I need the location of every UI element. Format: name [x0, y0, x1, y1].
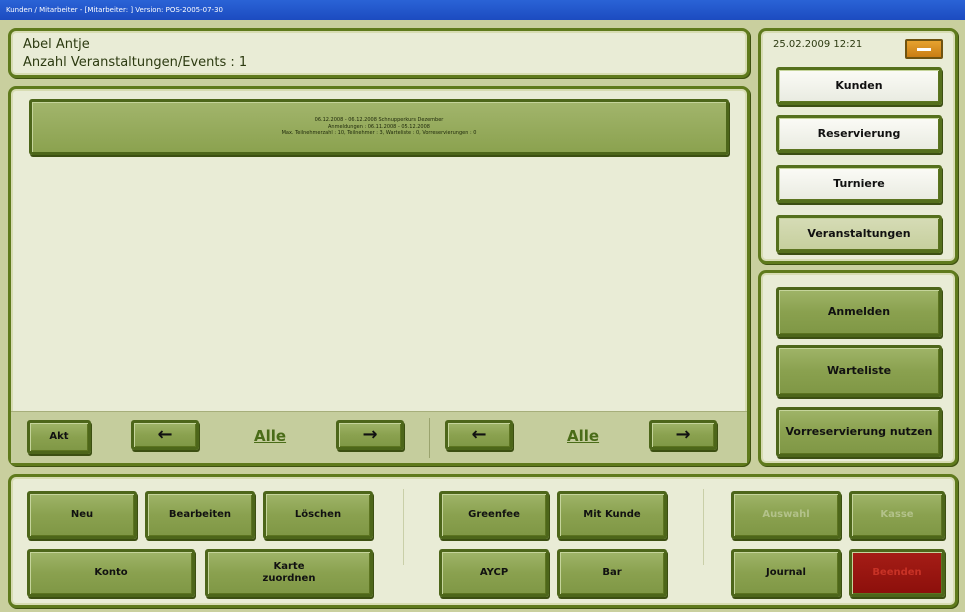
arrow-left-icon: ← [157, 424, 173, 446]
customer-name: Abel Antje [23, 37, 90, 52]
category-panel: 25.02.2009 12:21 Kunden Reservierung Tur… [758, 28, 958, 264]
bottom-toolbar: Neu Bearbeiten Löschen Konto Karte zuord… [8, 474, 958, 608]
event-count-label: Anzahl Veranstaltungen/Events : 1 [23, 55, 248, 70]
mit-kunde-button[interactable]: Mit Kunde [557, 491, 667, 539]
loeschen-button[interactable]: Löschen [263, 491, 373, 539]
alle-link-left[interactable]: Alle [254, 427, 286, 445]
current-datetime: 25.02.2009 12:21 [773, 39, 863, 50]
event-participant-stats: Max. Teilnehmerzahl : 10, Teilnehmer : 3… [281, 130, 477, 137]
toolbar-separator [703, 489, 704, 565]
event-list-panel: 06.12.2008 - 06.12.2008 Schnupperkurs De… [8, 86, 750, 466]
arrow-right-icon: → [675, 424, 691, 446]
prev-page-button-right[interactable]: ← [445, 420, 513, 450]
nav-divider [429, 418, 430, 458]
event-dates-title: 06.12.2008 - 06.12.2008 Schnupperkurs De… [314, 116, 444, 123]
warteliste-button[interactable]: Warteliste [776, 345, 942, 397]
kasse-button[interactable]: Kasse [849, 491, 945, 539]
greenfee-button[interactable]: Greenfee [439, 491, 549, 539]
karte-zuordnen-button[interactable]: Karte zuordnen [205, 549, 373, 597]
category-button-veranstaltungen[interactable]: Veranstaltungen [776, 215, 942, 253]
minimize-button[interactable] [905, 39, 943, 59]
minimize-icon [917, 47, 931, 51]
customer-info-panel: Abel Antje Anzahl Veranstaltungen/Events… [8, 28, 750, 78]
arrow-left-icon: ← [471, 424, 487, 446]
aycp-button[interactable]: AYCP [439, 549, 549, 597]
arrow-right-icon: → [362, 424, 378, 446]
category-button-kunden[interactable]: Kunden [776, 67, 942, 105]
alle-link-right[interactable]: Alle [567, 427, 599, 445]
event-actions-panel: Anmelden Warteliste Vorreservierung nutz… [758, 270, 958, 466]
event-registration-period: Anmeldungen : 06.11.2008 - 05.12.2008 [328, 123, 430, 130]
konto-button[interactable]: Konto [27, 549, 195, 597]
vorreservierung-button[interactable]: Vorreservierung nutzen [776, 407, 942, 457]
auswahl-button[interactable]: Auswahl [731, 491, 841, 539]
toolbar-separator [403, 489, 404, 565]
category-button-turniere[interactable]: Turniere [776, 165, 942, 203]
bar-button[interactable]: Bar [557, 549, 667, 597]
next-page-button-left[interactable]: → [336, 420, 404, 450]
journal-button[interactable]: Journal [731, 549, 841, 597]
next-page-button-right[interactable]: → [649, 420, 717, 450]
event-navigation-bar: Akt ← Alle → ← Alle → [11, 411, 747, 463]
akt-button[interactable]: Akt [27, 420, 91, 454]
prev-page-button-left[interactable]: ← [131, 420, 199, 450]
bearbeiten-button[interactable]: Bearbeiten [145, 491, 255, 539]
beenden-button[interactable]: Beenden [849, 549, 945, 597]
event-item[interactable]: 06.12.2008 - 06.12.2008 Schnupperkurs De… [29, 99, 729, 155]
anmelden-button[interactable]: Anmelden [776, 287, 942, 337]
neu-button[interactable]: Neu [27, 491, 137, 539]
window-titlebar: Kunden / Mitarbeiter - [Mitarbeiter: ] V… [0, 0, 965, 20]
category-button-reservierung[interactable]: Reservierung [776, 115, 942, 153]
